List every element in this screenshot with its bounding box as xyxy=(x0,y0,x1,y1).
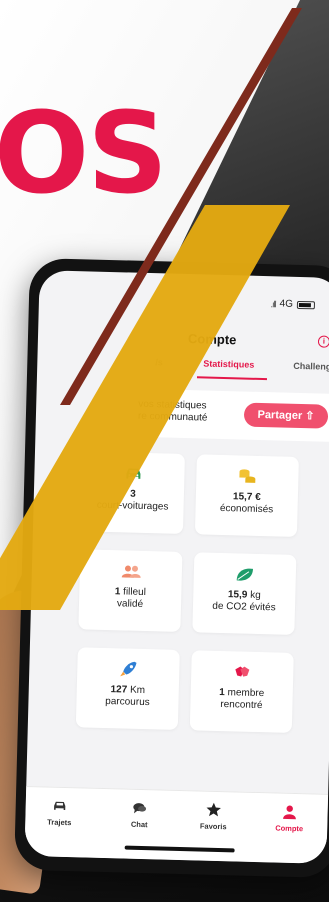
stat-value: 127 xyxy=(110,684,128,696)
leaf-icon xyxy=(236,568,254,581)
car-icon xyxy=(54,801,66,810)
network-label: 4G xyxy=(279,298,294,310)
share-button[interactable]: Partager ⇧ xyxy=(243,402,329,429)
nav-item-chat[interactable]: Chat xyxy=(109,799,170,830)
nav-label: Compte xyxy=(275,823,304,834)
stat-unit: membre xyxy=(227,687,265,700)
brand-logo: OS xyxy=(0,89,168,219)
chat-icon xyxy=(133,803,147,814)
stat-text: 1 filleul validé xyxy=(79,585,182,612)
stat-value: 3 xyxy=(129,488,136,500)
handshake-icon xyxy=(235,666,250,677)
status-bar: .ıll 4G xyxy=(270,298,316,310)
stat-unit: filleul xyxy=(122,586,147,599)
stat-text: 127 Km parcourus xyxy=(76,683,179,710)
coins-icon xyxy=(239,469,256,483)
active-tab-indicator xyxy=(196,376,267,381)
stat-value: 15,9 xyxy=(227,589,248,601)
nav-item-compte[interactable]: Compte xyxy=(259,803,320,834)
people-icon xyxy=(121,565,141,578)
share-button-label: Partager xyxy=(257,408,303,423)
nav-label: Trajets xyxy=(47,817,72,828)
rocket-icon xyxy=(120,661,137,677)
nav-item-favoris[interactable]: Favoris xyxy=(183,801,244,832)
stat-card-distance: 127 Km parcourus xyxy=(75,647,180,730)
stat-text: 1 membre rencontré xyxy=(190,686,293,713)
upload-icon: ⇧ xyxy=(305,410,315,423)
stat-card-referrals: 1 filleul validé xyxy=(78,549,183,632)
stat-label: parcourus xyxy=(105,696,150,709)
bottom-navigation: Trajets Chat Favoris Compte xyxy=(24,785,329,864)
star-icon xyxy=(206,802,221,817)
info-icon[interactable]: i xyxy=(317,335,329,348)
stat-unit: Km xyxy=(129,684,146,697)
stat-unit: kg xyxy=(250,589,261,602)
stat-unit: € xyxy=(255,491,261,504)
tab-challenges[interactable]: Challenges xyxy=(293,361,329,372)
stat-value: 15,7 xyxy=(232,491,253,503)
stat-value: 1 xyxy=(219,686,225,699)
battery-icon xyxy=(296,300,316,309)
user-icon xyxy=(283,805,296,820)
home-indicator xyxy=(124,845,235,853)
stat-label: rencontré xyxy=(220,699,263,712)
signal-icon: .ıll xyxy=(270,298,276,309)
stat-text: 15,9 kg de CO2 évités xyxy=(193,588,296,615)
stat-value: 1 xyxy=(114,586,121,598)
nav-label: Chat xyxy=(130,819,148,830)
nav-label: Favoris xyxy=(199,821,227,832)
stat-text: 15,7 € économisés xyxy=(195,490,298,517)
stat-label: validé xyxy=(116,598,144,610)
nav-item-trajets[interactable]: Trajets xyxy=(29,797,90,828)
tab-statistiques[interactable]: Statistiques xyxy=(203,358,254,369)
stat-card-co2: 15,9 kg de CO2 évités xyxy=(192,552,297,635)
stat-label: de CO2 évités xyxy=(212,600,276,614)
stat-label: économisés xyxy=(219,502,274,516)
stat-card-members: 1 membre rencontré xyxy=(189,650,294,733)
promo-stage: OS .ıll 4G Compte i /s Statistiques Chal… xyxy=(0,0,329,902)
stat-card-savings: 15,7 € économisés xyxy=(194,454,299,537)
